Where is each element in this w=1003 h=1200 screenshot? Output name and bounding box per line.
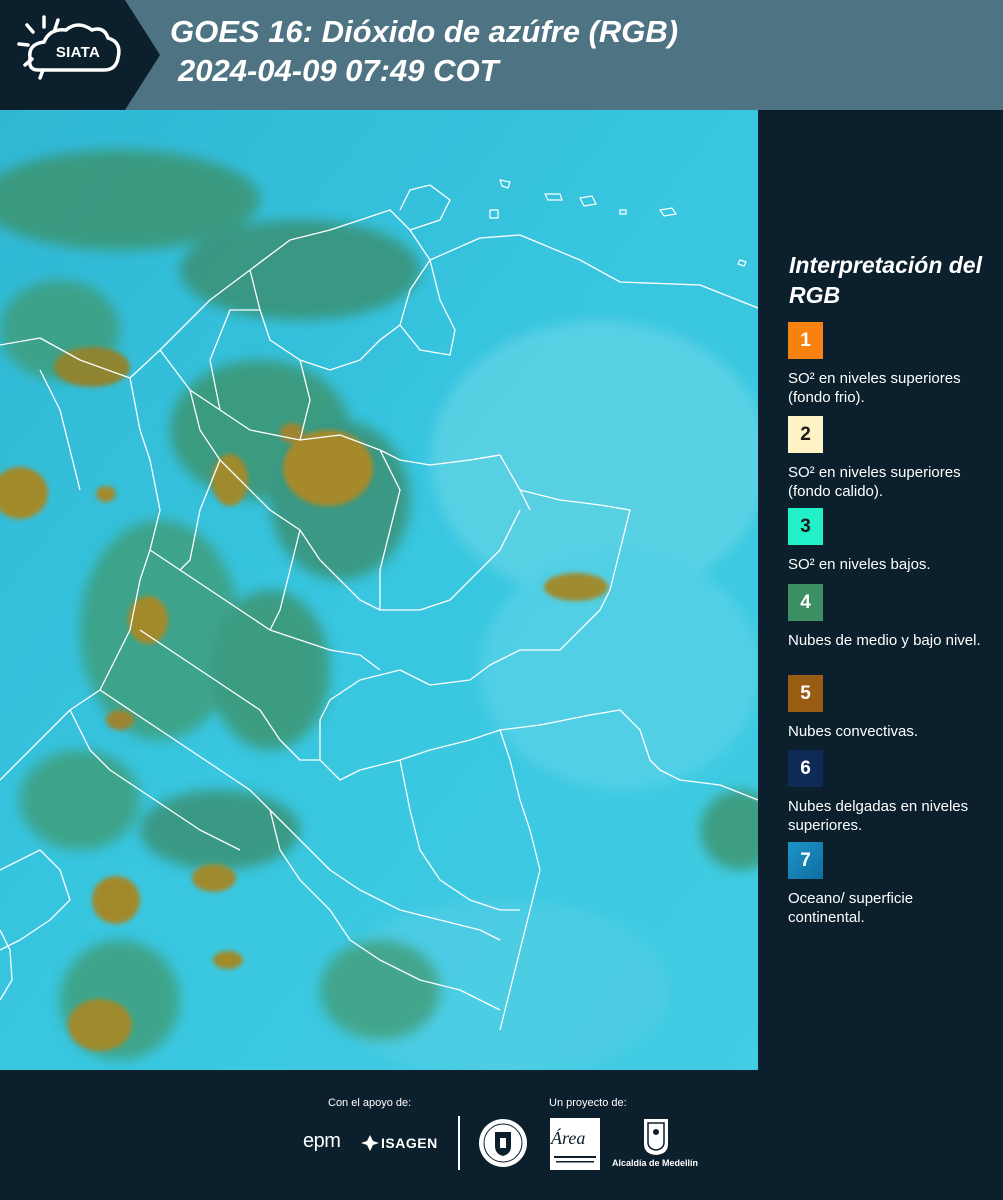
legend-item-7: 7 Oceano/ superficie continental.: [788, 842, 988, 927]
alcaldia-text: Alcaldía de Medellín: [612, 1158, 699, 1168]
footer-divider: [458, 1116, 460, 1170]
support-label: Con el apoyo de:: [328, 1097, 412, 1109]
area-logo-text: Área: [551, 1128, 586, 1148]
legend-desc-3: SO² en niveles bajos.: [788, 556, 931, 573]
isagen-logo: ISAGEN: [360, 1132, 440, 1154]
header-bar: SIATA GOES 16: Dióxido de azúfre (RGB) 2…: [0, 0, 1003, 110]
epm-logo: epm: [303, 1130, 341, 1152]
legend-swatch-5: 5: [788, 675, 823, 712]
legend-swatch-1: 1: [788, 322, 823, 359]
isagen-text: ISAGEN: [381, 1135, 438, 1151]
legend-desc-7: Oceano/ superficie continental.: [788, 890, 914, 926]
legend-desc-4: Nubes de medio y bajo nivel.: [788, 632, 981, 649]
legend-desc-5: Nubes convectivas.: [788, 723, 919, 740]
alcaldia-shield-icon: [644, 1119, 668, 1155]
legend-swatch-4: 4: [788, 584, 823, 621]
legend-swatch-2: 2: [788, 416, 823, 453]
legend-desc-1: SO² en niveles superiores (fondo frio).: [788, 370, 961, 406]
isagen-icon: [361, 1135, 379, 1151]
siata-logo: SIATA: [0, 0, 160, 110]
medellin-seal-icon: [479, 1119, 527, 1167]
footer: Con el apoyo de: Un proyecto de: epm ISA…: [0, 1070, 1003, 1200]
legend-swatch-6: 6: [788, 750, 823, 787]
legend-swatch-7: 7: [788, 842, 823, 879]
legend-desc-2: SO² en niveles superiores (fondo calido)…: [788, 464, 961, 500]
legend-item-2: 2 SO² en niveles superiores (fondo calid…: [788, 416, 988, 501]
legend-title: Interpretación del RGB: [789, 252, 982, 308]
legend-swatch-3: 3: [788, 508, 823, 545]
page-subtitle-timestamp: 2024-04-09 07:49 COT: [178, 53, 499, 88]
legend-desc-6: Nubes delgadas en niveles superiores.: [788, 798, 969, 834]
legend-item-6: 6 Nubes delgadas en niveles superiores.: [788, 750, 988, 835]
page-title: GOES 16: Dióxido de azúfre (RGB): [170, 14, 679, 49]
satellite-map: [0, 110, 758, 1070]
legend-item-5: 5 Nubes convectivas.: [788, 675, 988, 741]
legend-item-3: 3 SO² en niveles bajos.: [788, 508, 988, 574]
logo-text: SIATA: [55, 44, 101, 61]
legend-item-4: 4 Nubes de medio y bajo nivel.: [788, 584, 988, 650]
legend-item-1: 1 SO² en niveles superiores (fondo frio)…: [788, 322, 988, 407]
project-label: Un proyecto de:: [549, 1097, 627, 1109]
map-image: [0, 110, 758, 1070]
legend-panel: Interpretación del RGB 1 SO² en niveles …: [758, 110, 1003, 1070]
